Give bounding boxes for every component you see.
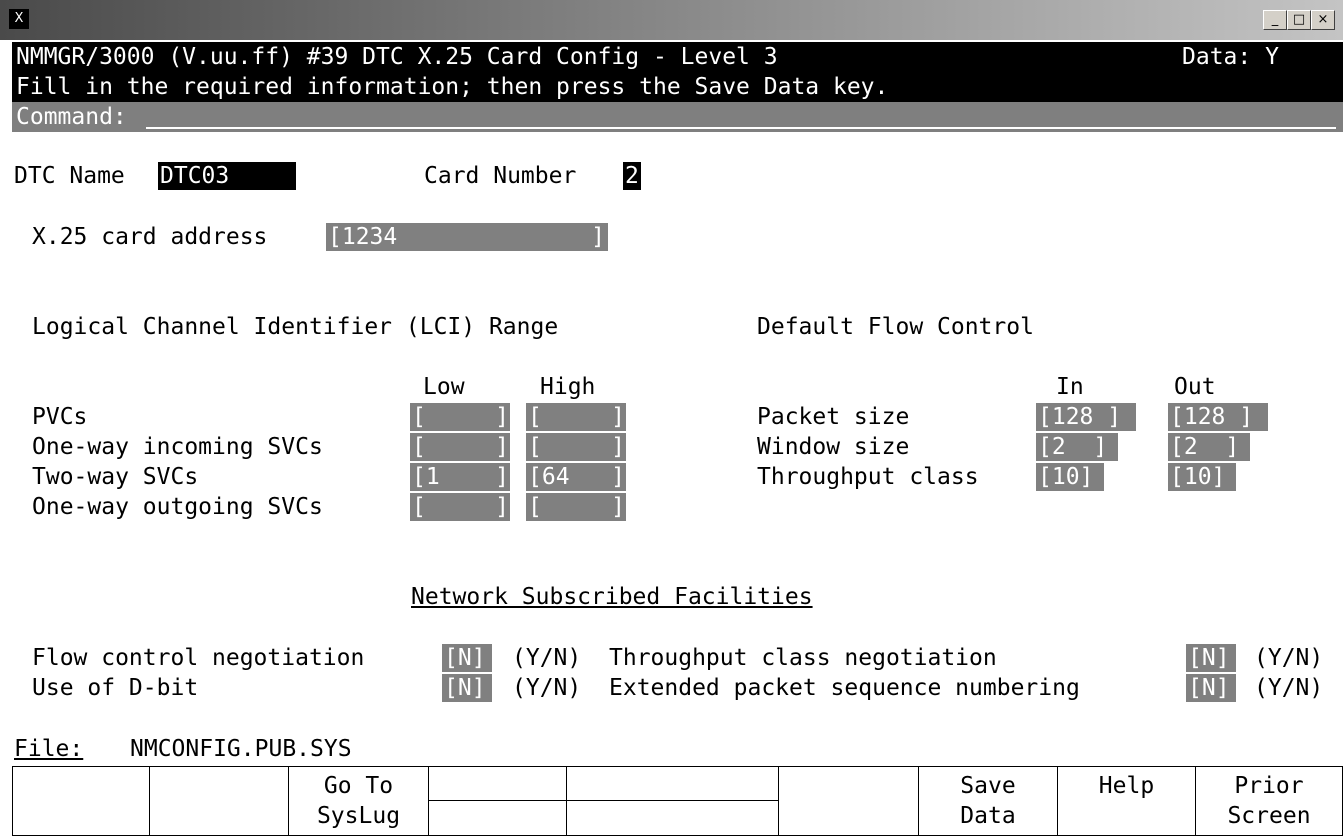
lci-outgoing-low-field[interactable]: [ ] <box>410 493 510 521</box>
d-bit-field[interactable]: [N] <box>442 674 492 702</box>
function-key-2[interactable] <box>150 767 289 835</box>
lci-incoming-low-field[interactable]: [ ] <box>410 433 510 461</box>
flow-row-label: Window size <box>757 434 910 460</box>
fkey-label: SysLug <box>316 803 401 829</box>
yn-hint: (Y/N) <box>1254 675 1324 701</box>
flow-row-label: Throughput class <box>757 464 979 490</box>
lci-high-header: High <box>540 374 596 400</box>
lci-heading: Logical Channel Identifier (LCI) Range <box>32 314 559 340</box>
minimize-icon[interactable]: _ <box>1263 10 1287 30</box>
lci-row-label: One-way incoming SVCs <box>32 434 323 460</box>
flow-out-header: Out <box>1174 374 1216 400</box>
lci-row-label: One-way outgoing SVCs <box>32 494 323 520</box>
maximize-icon[interactable]: □ <box>1287 10 1311 30</box>
lci-pvc-high-field[interactable]: [ ] <box>526 403 626 431</box>
facility-label: Flow control negotiation <box>32 645 365 671</box>
lci-row-label: Two-way SVCs <box>32 464 199 490</box>
lci-low-header: Low <box>423 374 465 400</box>
flow-heading: Default Flow Control <box>757 314 1034 340</box>
function-key-3-go-to-syslug[interactable]: Go To SysLug <box>289 767 429 835</box>
flow-row-label: Packet size <box>757 404 910 430</box>
lci-twoway-low-field[interactable]: [1 ] <box>410 463 510 491</box>
card-address-field[interactable]: [1234 ] <box>326 223 608 251</box>
yn-hint: (Y/N) <box>512 645 582 671</box>
yn-hint: (Y/N) <box>1254 645 1324 671</box>
function-key-prior-screen[interactable]: Prior Screen <box>1196 767 1342 835</box>
card-number-label: Card Number <box>424 163 577 189</box>
dtc-name-label: DTC Name <box>14 163 125 189</box>
close-icon[interactable]: × <box>1311 10 1335 30</box>
function-key-blank[interactable] <box>779 767 919 835</box>
card-address-label: X.25 card address <box>32 224 268 250</box>
function-key-1[interactable] <box>13 767 150 835</box>
function-key-bar: Go To SysLug Save Data Help Prior Screen <box>12 766 1343 836</box>
lci-row-label: PVCs <box>32 404 88 430</box>
facility-label: Extended packet sequence numbering <box>609 675 1080 701</box>
file-name: NMCONFIG.PUB.SYS <box>130 736 352 762</box>
window-size-out-field[interactable]: [2 ] <box>1168 433 1250 461</box>
fkey-label: Help <box>1098 773 1155 799</box>
lci-incoming-high-field[interactable]: [ ] <box>526 433 626 461</box>
facility-label: Throughput class negotiation <box>609 645 997 671</box>
function-key-4[interactable] <box>429 767 567 835</box>
flow-in-header: In <box>1056 374 1084 400</box>
function-key-5[interactable] <box>567 767 779 835</box>
screen-title: NMMGR/3000 (V.uu.ff) #39 DTC X.25 Card C… <box>16 44 778 70</box>
facility-label: Use of D-bit <box>32 675 199 701</box>
command-label: Command: <box>16 104 127 130</box>
x-app-icon: X <box>9 9 29 29</box>
packet-size-out-field[interactable]: [128 ] <box>1168 403 1268 431</box>
window-size-in-field[interactable]: [2 ] <box>1036 433 1118 461</box>
command-input-line[interactable] <box>146 127 1336 129</box>
flow-negotiation-field[interactable]: [N] <box>442 644 492 672</box>
lci-twoway-high-field[interactable]: [64 ] <box>526 463 626 491</box>
packet-size-in-field[interactable]: [128 ] <box>1036 403 1136 431</box>
file-label: File: <box>14 736 84 762</box>
yn-hint: (Y/N) <box>512 675 582 701</box>
fkey-label: Data <box>960 803 1016 829</box>
fkey-label: Save <box>960 773 1016 799</box>
fkey-label: Screen <box>1227 803 1311 829</box>
fkey-label: Go To <box>323 773 394 799</box>
fkey-label: Prior <box>1234 773 1304 799</box>
window-title-bar: X _ □ × <box>0 0 1343 40</box>
command-bar[interactable]: Command: <box>12 102 1343 132</box>
throughput-in-field[interactable]: [10] <box>1036 463 1104 491</box>
throughput-negotiation-field[interactable]: [N] <box>1186 644 1236 672</box>
function-key-save-data[interactable]: Save Data <box>919 767 1058 835</box>
function-key-help[interactable]: Help <box>1058 767 1196 835</box>
dtc-name-value: DTC03 <box>158 162 296 190</box>
extended-sequence-field[interactable]: [N] <box>1186 674 1236 702</box>
instruction-text: Fill in the required information; then p… <box>16 74 889 100</box>
lci-outgoing-high-field[interactable]: [ ] <box>526 493 626 521</box>
screen-title-bar: NMMGR/3000 (V.uu.ff) #39 DTC X.25 Card C… <box>12 42 1343 72</box>
throughput-out-field[interactable]: [10] <box>1168 463 1236 491</box>
data-flag: Data: Y <box>1182 42 1279 72</box>
card-number-value: 2 <box>623 162 641 190</box>
instruction-bar: Fill in the required information; then p… <box>12 72 1343 102</box>
lci-pvc-low-field[interactable]: [ ] <box>410 403 510 431</box>
facilities-heading: Network Subscribed Facilities <box>411 584 813 610</box>
